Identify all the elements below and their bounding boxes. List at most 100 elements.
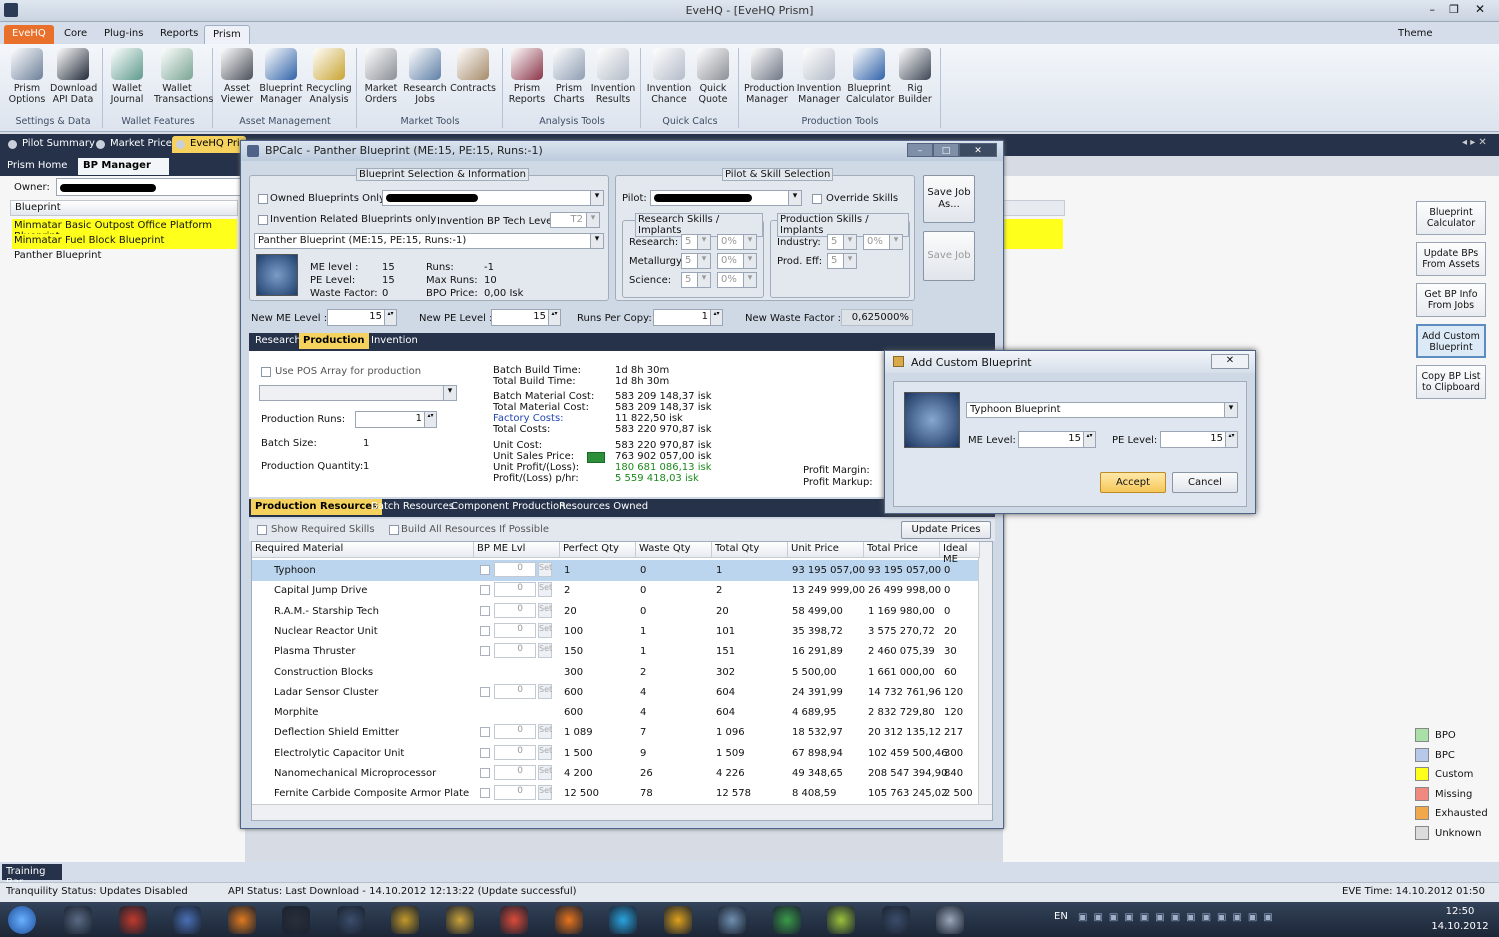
- tab-resources-owned[interactable]: Resources Owned: [555, 499, 652, 515]
- warning-icon[interactable]: [663, 906, 692, 934]
- firefox-icon[interactable]: [554, 906, 583, 934]
- show-required-skills-checkbox[interactable]: [257, 525, 267, 535]
- pe-level-spinner[interactable]: 15: [1160, 431, 1238, 448]
- list-item[interactable]: Panther Blueprint: [12, 249, 237, 264]
- save-icon[interactable]: [173, 906, 201, 934]
- tab-production-resources[interactable]: Production Resources: [251, 499, 383, 515]
- ribbon-button[interactable]: Contracts: [450, 48, 496, 94]
- ribbon-button[interactable]: Invention Chance: [646, 48, 692, 105]
- table-row[interactable]: Morphite 600 4 604 4 689,95 2 832 729,80 120: [252, 702, 979, 723]
- filezilla-icon[interactable]: [118, 906, 147, 934]
- me-value[interactable]: 0: [494, 683, 536, 699]
- column-header[interactable]: Total Price: [864, 542, 940, 558]
- tray-icons[interactable]: ▣▣▣▣▣▣▣▣▣▣▣▣▣: [1078, 912, 1279, 923]
- ribbon-button[interactable]: Recycling Analysis: [306, 48, 352, 105]
- table-row[interactable]: Construction Blocks 300 2 302 5 500,00 1 661 …: [252, 662, 979, 683]
- ribbon-button[interactable]: Wallet Journal: [104, 48, 150, 105]
- tab-scroll-icon[interactable]: ◂ ▸ ✕: [1462, 137, 1487, 148]
- set-button[interactable]: Set: [538, 582, 552, 598]
- me-value[interactable]: 0: [494, 643, 536, 659]
- tab-invention[interactable]: Invention: [367, 333, 422, 349]
- firefox-icon[interactable]: [227, 906, 256, 934]
- ribbon-button[interactable]: Invention Manager: [796, 48, 842, 105]
- vertical-scrollbar[interactable]: [978, 542, 992, 804]
- me-value[interactable]: 0: [494, 785, 536, 801]
- metallurgy-implant-select[interactable]: 0%: [717, 253, 757, 269]
- science-level-select[interactable]: 5: [681, 272, 711, 288]
- runs-per-copy-spinner[interactable]: 1: [653, 309, 723, 326]
- close-button[interactable]: ✕: [959, 143, 997, 157]
- me-value[interactable]: 0: [494, 622, 536, 638]
- me-value[interactable]: 0: [494, 582, 536, 598]
- ribbon-button[interactable]: Research Jobs: [402, 48, 448, 105]
- tab-reports[interactable]: Reports: [152, 25, 206, 44]
- media-player-icon[interactable]: [64, 906, 92, 934]
- me-value[interactable]: 0: [494, 562, 536, 577]
- table-row[interactable]: Nanomechanical Microprocessor 0 Set 4 200 26…: [252, 763, 979, 784]
- table-row[interactable]: Plasma Thruster 0 Set 150 1 151 16 291,89 2 460…: [252, 641, 979, 662]
- me-level-cell[interactable]: 0 Set: [478, 724, 552, 740]
- ribbon-button[interactable]: Asset Viewer: [214, 48, 260, 105]
- owned-only-checkbox[interactable]: [258, 194, 268, 204]
- science-implant-select[interactable]: 0%: [717, 272, 757, 288]
- app-icon[interactable]: [827, 906, 855, 934]
- prod-eff-level-select[interactable]: 5: [827, 253, 857, 269]
- table-row[interactable]: Nuclear Reactor Unit 0 Set 100 1 101 35 398,72…: [252, 621, 979, 642]
- owner-select[interactable]: [56, 178, 241, 196]
- me-level-cell[interactable]: 0 Set: [478, 602, 552, 619]
- ribbon-button[interactable]: Rig Builder: [892, 48, 938, 105]
- research-level-select[interactable]: 5: [681, 234, 711, 250]
- research-implant-select[interactable]: 0%: [717, 234, 757, 250]
- me-level-cell[interactable]: 0 Set: [478, 562, 552, 578]
- build-all-checkbox[interactable]: [389, 525, 399, 535]
- metallurgy-level-select[interactable]: 5: [681, 253, 711, 269]
- me-checkbox[interactable]: [480, 788, 490, 799]
- table-row[interactable]: Fernite Carbide Composite Armor Plate 0 Se…: [252, 783, 979, 804]
- update-bps-from-assets-button[interactable]: Update BPs From Assets: [1416, 242, 1486, 276]
- me-level-cell[interactable]: 0 Set: [478, 643, 552, 659]
- monitor-icon[interactable]: [718, 906, 746, 934]
- column-header[interactable]: Perfect Qty: [560, 542, 636, 558]
- table-row[interactable]: Capital Jump Drive 0 Set 2 0 2 13 249 999,00 26…: [252, 580, 979, 601]
- tab-market-prices[interactable]: Market Prices: [92, 136, 183, 153]
- table-row[interactable]: Deflection Shield Emitter 0 Set 1 089 7 1 096…: [252, 722, 979, 743]
- set-button[interactable]: Set: [538, 785, 552, 801]
- eve-icon[interactable]: [282, 906, 310, 934]
- maximize-button[interactable]: □: [933, 143, 959, 157]
- minimize-icon[interactable]: –: [1430, 3, 1436, 16]
- me-value[interactable]: 0: [494, 602, 536, 618]
- me-checkbox[interactable]: [480, 585, 490, 596]
- ribbon-button[interactable]: Quick Quote: [690, 48, 736, 105]
- eve-icon[interactable]: [336, 906, 365, 934]
- ribbon-button[interactable]: Download API Data: [50, 48, 97, 105]
- table-row[interactable]: Electrolytic Capacitor Unit 0 Set 1 500 9 1 5…: [252, 743, 979, 764]
- me-value[interactable]: 0: [494, 724, 536, 740]
- ribbon-button[interactable]: Production Manager: [744, 48, 795, 105]
- skype-icon[interactable]: [609, 906, 637, 934]
- industry-implant-select[interactable]: 0%: [863, 234, 903, 250]
- tab-prism-home[interactable]: Prism Home: [2, 158, 85, 175]
- me-level-cell[interactable]: 0 Set: [478, 785, 552, 801]
- evehq-icon[interactable]: [391, 906, 419, 934]
- use-pos-checkbox[interactable]: [261, 367, 271, 377]
- tab-plugins[interactable]: Plug-ins: [96, 25, 151, 44]
- chrome-icon[interactable]: [500, 906, 528, 934]
- save-job-as-button[interactable]: Save Job As...: [923, 175, 975, 223]
- inv-tech-select[interactable]: T2: [550, 212, 600, 228]
- copy-bp-list-button[interactable]: Copy BP List to Clipboard: [1416, 365, 1486, 399]
- table-row[interactable]: Ladar Sensor Cluster 0 Set 600 4 604 24 391,99…: [252, 682, 979, 703]
- ribbon-button[interactable]: Wallet Transactions: [154, 48, 213, 105]
- production-runs-spinner[interactable]: 1: [355, 411, 437, 428]
- me-checkbox[interactable]: [480, 565, 490, 575]
- get-bp-info-from-jobs-button[interactable]: Get BP Info From Jobs: [1416, 283, 1486, 317]
- table-row[interactable]: Typhoon 0 Set 1 0 1 93 195 057,00 93 195 057,00…: [252, 560, 979, 581]
- blueprint-calculator-button[interactable]: Blueprint Calculator: [1416, 201, 1486, 235]
- column-header[interactable]: BP ME Lvl: [474, 542, 560, 558]
- column-header[interactable]: Unit Price: [788, 542, 864, 558]
- me-level-cell[interactable]: 0 Set: [478, 582, 552, 598]
- ribbon-button[interactable]: Invention Results: [590, 48, 636, 105]
- pos-array-select[interactable]: [259, 385, 457, 401]
- ribbon-button[interactable]: Blueprint Manager: [258, 48, 304, 105]
- paint-icon[interactable]: [936, 906, 964, 934]
- me-checkbox[interactable]: [480, 747, 490, 758]
